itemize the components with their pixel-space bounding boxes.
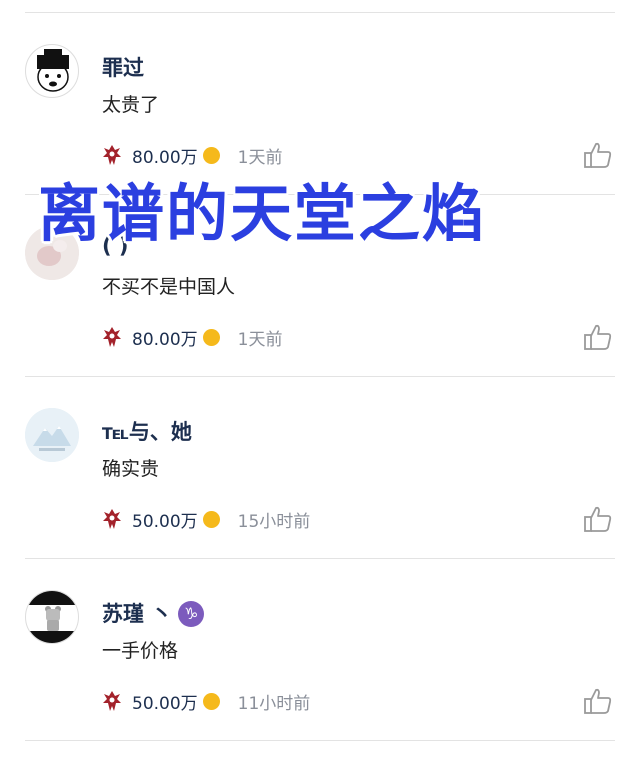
coin-icon bbox=[202, 692, 220, 710]
score: 80.00万 bbox=[132, 329, 198, 350]
avatar[interactable] bbox=[25, 590, 79, 644]
bear-figure-icon bbox=[26, 591, 78, 643]
comment-item: 苏瑾 丶 ♑ 一手价格 50.00万 11小时前 bbox=[0, 558, 640, 740]
avatar[interactable] bbox=[25, 408, 79, 462]
comment-text: 一手价格 bbox=[102, 640, 179, 662]
comment-item: ℡与、她 确实贵 50.00万 15小时前 bbox=[0, 376, 640, 558]
comment-meta: 50.00万 15小时前 bbox=[100, 506, 310, 532]
bottom-divider bbox=[25, 740, 615, 741]
cartoon-face-icon bbox=[37, 49, 69, 92]
score: 50.00万 bbox=[132, 693, 198, 714]
score: 50.00万 bbox=[132, 511, 198, 532]
mountain-icon bbox=[25, 408, 79, 462]
comment-text: 太贵了 bbox=[102, 94, 160, 116]
horde-icon bbox=[103, 327, 121, 347]
thumbs-up-icon[interactable] bbox=[583, 504, 613, 534]
avatar[interactable] bbox=[25, 44, 79, 98]
comment-meta: 50.00万 11小时前 bbox=[100, 688, 310, 714]
horde-icon bbox=[103, 691, 121, 711]
comment-meta: 80.00万 1天前 bbox=[100, 324, 283, 350]
coin-icon bbox=[202, 510, 220, 528]
timestamp: 11小时前 bbox=[237, 693, 311, 714]
timestamp: 1天前 bbox=[237, 329, 283, 350]
thumbs-up-icon[interactable] bbox=[583, 686, 613, 716]
coin-icon bbox=[202, 328, 220, 346]
thumbs-up-icon[interactable] bbox=[583, 322, 613, 352]
username[interactable]: ℡与、她 bbox=[102, 416, 192, 446]
comment-text: 确实贵 bbox=[102, 458, 160, 480]
coin-icon bbox=[202, 146, 220, 164]
thumbs-up-icon[interactable] bbox=[583, 140, 613, 170]
username[interactable]: 苏瑾 丶 ♑ bbox=[102, 598, 205, 628]
capricorn-icon: ♑ bbox=[178, 601, 205, 627]
username-text: 苏瑾 丶 bbox=[102, 602, 173, 626]
username[interactable]: 罪过 bbox=[102, 52, 144, 82]
horde-icon bbox=[103, 509, 121, 529]
overlay-caption: 离谱的天堂之焰 bbox=[38, 177, 487, 250]
comment-text: 不买不是中国人 bbox=[102, 276, 236, 298]
timestamp: 15小时前 bbox=[237, 511, 311, 532]
